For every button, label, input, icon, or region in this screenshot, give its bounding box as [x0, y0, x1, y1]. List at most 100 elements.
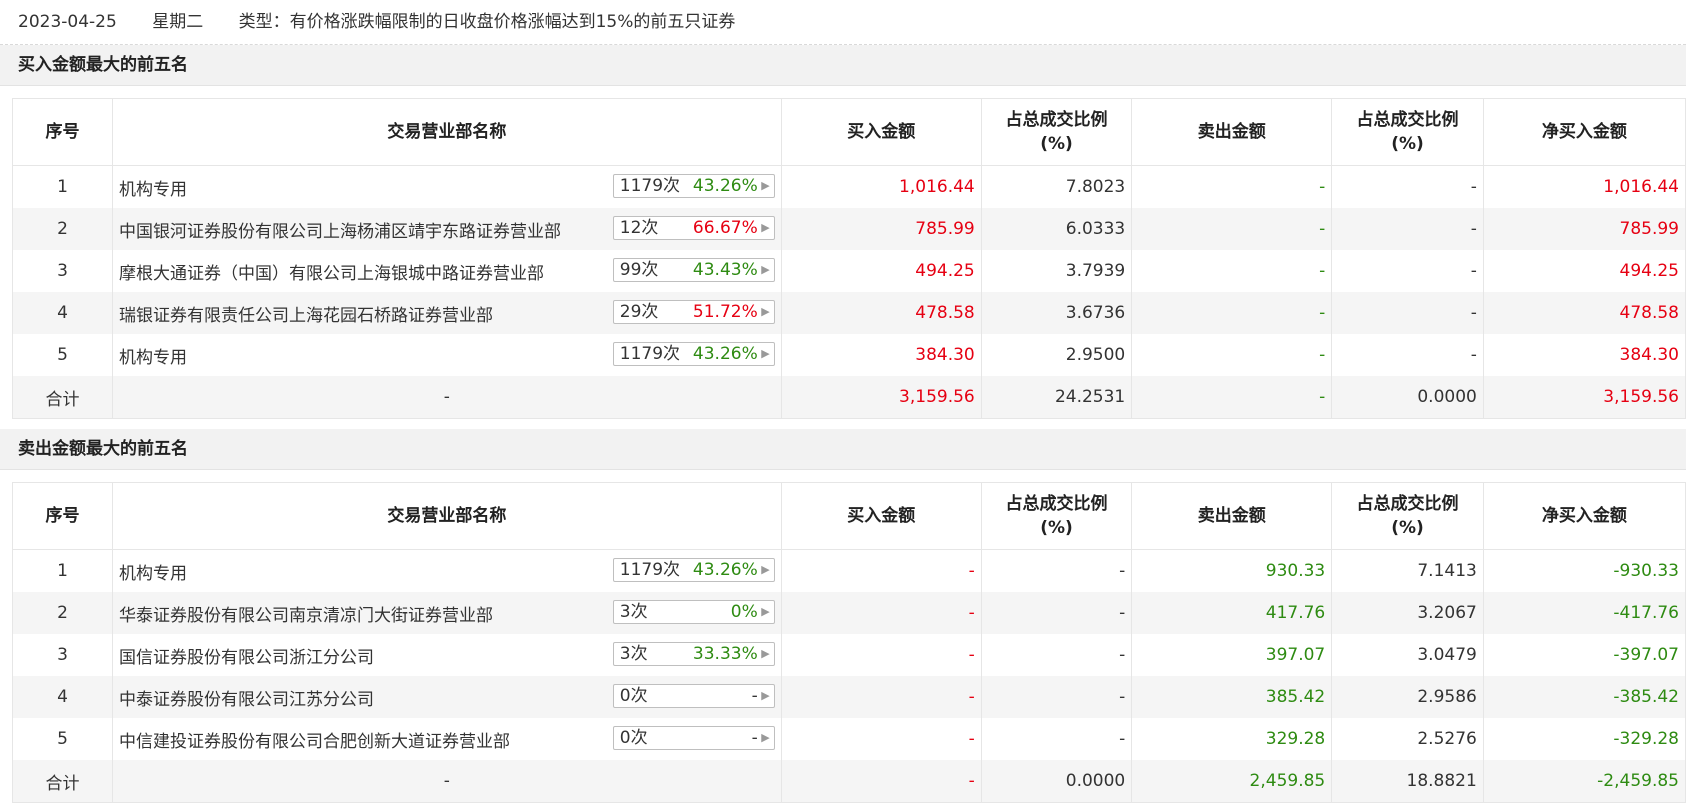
broker-success-rate: 51.72%	[692, 302, 758, 322]
total-sell: 2,459.85	[1131, 760, 1332, 803]
buy-pct: 6.0333	[980, 208, 1132, 250]
caret-right-icon: ▶	[761, 179, 770, 192]
net-amount: 494.25	[1482, 250, 1686, 292]
table-row: 3 国信证券股份有限公司浙江分公司 3次 33.33% ▶ - -397.07 3.0479-…	[12, 634, 1686, 676]
col-name: 交易营业部名称	[111, 482, 782, 550]
broker-stats-button[interactable]: 3次 33.33% ▶	[612, 642, 775, 666]
caret-right-icon: ▶	[761, 689, 770, 702]
broker-name: 华泰证券股份有限公司南京清凉门大街证券营业部	[118, 605, 493, 626]
caret-right-icon: ▶	[761, 731, 770, 744]
broker-stats-button[interactable]: 0次 - ▶	[612, 684, 775, 708]
broker-success-rate: 43.26%	[692, 344, 758, 364]
broker-name: 国信证券股份有限公司浙江分公司	[118, 647, 374, 668]
buy-pct: 7.8023	[980, 165, 1132, 208]
col-sell-pct-line1: 占总成交比例	[1356, 494, 1459, 514]
broker-success-rate: 33.33%	[692, 644, 758, 664]
table-row: 4 瑞银证券有限责任公司上海花园石桥路证券营业部 29次 51.72% ▶ 478.58 3…	[12, 292, 1686, 334]
broker-stats-button[interactable]: 3次 0% ▶	[612, 600, 775, 624]
total-sell-pct: 0.0000	[1331, 376, 1484, 419]
col-buy-pct-line1: 占总成交比例	[1005, 110, 1108, 130]
sell-table: 序号 交易营业部名称 买入金额 占总成交比例 (%) 卖出金额 占总成交比例 (%)…	[12, 482, 1686, 803]
broker-name: 瑞银证券有限责任公司上海花园石桥路证券营业部	[118, 305, 493, 326]
broker-success-rate: -	[751, 728, 758, 748]
col-net: 净买入金额	[1482, 98, 1686, 166]
broker-success-rate: 66.67%	[692, 218, 758, 238]
col-sell-pct-line2: (%)	[1391, 134, 1424, 154]
buy-pct: 3.6736	[980, 292, 1132, 334]
broker-count: 1179次	[619, 344, 681, 364]
row-seq: 1	[12, 165, 113, 208]
row-seq: 4	[12, 676, 113, 718]
broker-stats-button[interactable]: 29次 51.72% ▶	[612, 300, 775, 324]
buy-amount: -	[780, 549, 982, 592]
caret-right-icon: ▶	[761, 305, 770, 318]
table-row: 3 摩根大通证券（中国）有限公司上海银城中路证券营业部 99次 43.43% ▶ 494.…	[12, 250, 1686, 292]
broker-count: 29次	[619, 302, 659, 322]
col-sell-pct-line2: (%)	[1391, 518, 1424, 538]
sell-amount: 930.33	[1131, 549, 1332, 592]
caret-right-icon: ▶	[761, 563, 770, 576]
buy-amount: -	[780, 592, 982, 634]
total-name: -	[111, 760, 782, 803]
broker-name-cell: 中国银河证券股份有限公司上海杨浦区靖宇东路证券营业部 12次 66.67% ▶	[111, 208, 782, 250]
broker-name: 机构专用	[118, 179, 187, 200]
row-seq: 5	[12, 718, 113, 760]
col-net: 净买入金额	[1482, 482, 1686, 550]
col-buy-pct-line2: (%)	[1040, 134, 1073, 154]
row-seq: 5	[12, 334, 113, 376]
buy-amount: -	[780, 718, 982, 760]
buy-section-title: 买入金额最大的前五名	[0, 45, 1686, 86]
sell-amount: -	[1131, 292, 1332, 334]
broker-count: 1179次	[619, 560, 681, 580]
sell-pct: -	[1331, 165, 1484, 208]
sell-pct: -	[1331, 334, 1484, 376]
buy-pct: -	[980, 676, 1132, 718]
broker-stats-button[interactable]: 1179次 43.26% ▶	[612, 342, 775, 366]
broker-success-rate: 43.26%	[692, 560, 758, 580]
table-row: 1 机构专用 1179次 43.26% ▶ 1,016.44 7.8023- -1,016.4…	[12, 165, 1686, 208]
buy-amount: 785.99	[780, 208, 982, 250]
broker-name-cell: 机构专用 1179次 43.26% ▶	[111, 165, 782, 208]
broker-stats-button[interactable]: 1179次 43.26% ▶	[612, 174, 775, 198]
col-buy-pct-line2: (%)	[1040, 518, 1073, 538]
broker-name-cell: 国信证券股份有限公司浙江分公司 3次 33.33% ▶	[111, 634, 782, 676]
total-net: 3,159.56	[1482, 376, 1686, 419]
net-amount: -417.76	[1482, 592, 1686, 634]
broker-stats-button[interactable]: 99次 43.43% ▶	[612, 258, 775, 282]
buy-amount: -	[780, 676, 982, 718]
caret-right-icon: ▶	[761, 347, 770, 360]
net-amount: -385.42	[1482, 676, 1686, 718]
total-label: 合计	[12, 376, 113, 419]
sell-pct: 2.9586	[1331, 676, 1484, 718]
buy-amount: 384.30	[780, 334, 982, 376]
col-buy: 买入金额	[780, 98, 982, 166]
sell-pct: 2.5276	[1331, 718, 1484, 760]
net-amount: -329.28	[1482, 718, 1686, 760]
total-buy: -	[780, 760, 982, 803]
sell-pct: -	[1331, 292, 1484, 334]
net-amount: 1,016.44	[1482, 165, 1686, 208]
sell-pct: 3.0479	[1331, 634, 1484, 676]
net-amount: -930.33	[1482, 549, 1686, 592]
col-sell-pct: 占总成交比例 (%)	[1331, 98, 1484, 166]
total-name: -	[111, 376, 782, 419]
broker-stats-button[interactable]: 1179次 43.26% ▶	[612, 558, 775, 582]
broker-count: 12次	[619, 218, 659, 238]
row-seq: 2	[12, 592, 113, 634]
broker-stats-button[interactable]: 12次 66.67% ▶	[612, 216, 775, 240]
broker-count: 1179次	[619, 176, 681, 196]
col-buy: 买入金额	[780, 482, 982, 550]
col-buy-pct: 占总成交比例 (%)	[980, 482, 1132, 550]
total-buy-pct: 0.0000	[980, 760, 1132, 803]
broker-count: 99次	[619, 260, 659, 280]
row-seq: 3	[12, 250, 113, 292]
caret-right-icon: ▶	[761, 263, 770, 276]
table-row: 5 机构专用 1179次 43.26% ▶ 384.30 2.9500- -384.30	[12, 334, 1686, 376]
report-header: 2023-04-25 星期二 类型：有价格涨跌幅限制的日收盘价格涨幅达到15%的…	[0, 0, 1686, 45]
broker-name-cell: 中信建投证券股份有限公司合肥创新大道证券营业部 0次 - ▶	[111, 718, 782, 760]
total-net: -2,459.85	[1482, 760, 1686, 803]
row-seq: 3	[12, 634, 113, 676]
broker-stats-button[interactable]: 0次 - ▶	[612, 726, 775, 750]
sell-amount: -	[1131, 165, 1332, 208]
buy-pct: -	[980, 634, 1132, 676]
